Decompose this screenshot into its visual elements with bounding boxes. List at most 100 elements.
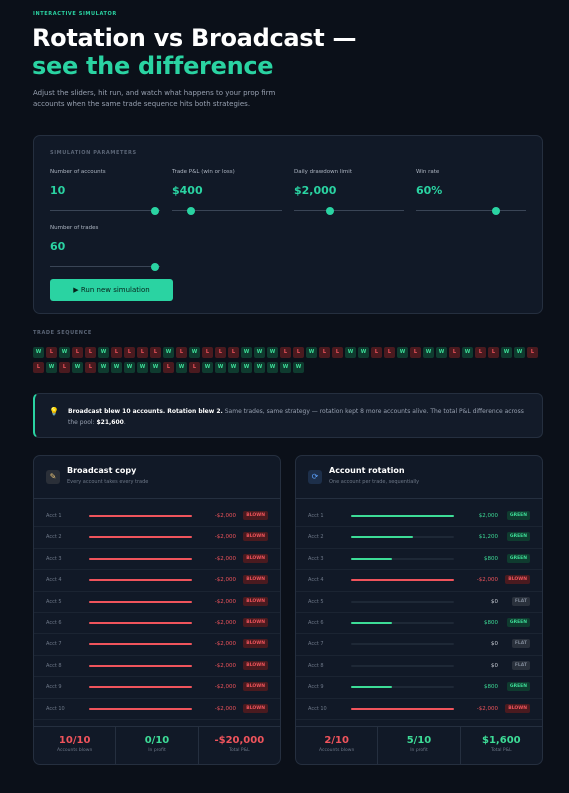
stat-block: -$20,000 Total P&L [199,727,280,764]
broadcast-panel: ✎ Broadcast copy Every account takes eve… [33,455,281,765]
trade-chip: L [150,347,161,358]
pnl-bar-track [351,515,454,517]
pnl-bar-track [89,557,192,560]
trade-chip: L [85,347,96,358]
account-name: Acct 5 [308,598,324,605]
pnl-bar-track [351,686,454,689]
pnl-bar-track [351,536,454,539]
status-badge: BLOWN [243,660,268,670]
stat-value: 10/10 [58,735,91,746]
pnl-bar [89,664,192,667]
account-row: Acct 3 -$2,000 BLOWN [34,549,280,571]
account-pnl: $1,200 [478,534,498,541]
pnl-bar [89,579,192,582]
pnl-bar-track [89,707,192,710]
page-title: Rotation vs Broadcast — [32,24,357,52]
pnl-bar [89,536,192,539]
slider-handle[interactable] [326,207,335,215]
account-pnl: $800 [484,555,498,562]
account-name: Acct 9 [308,684,324,691]
account-pnl: -$2,000 [214,684,236,691]
slider-handle[interactable] [150,207,159,215]
trade-chip: L [72,347,83,358]
slider-handle[interactable] [492,207,501,215]
slider-track[interactable] [294,210,404,211]
trade-chip: W [345,347,356,358]
trade-chip: W [33,347,44,358]
status-badge: BLOWN [505,575,530,585]
param-value: $2,000 [294,184,337,197]
account-pnl: -$2,000 [214,705,236,712]
account-row: Acct 5 -$2,000 BLOWN [34,592,280,613]
pnl-bar-track [351,579,454,582]
account-pnl: -$2,000 [214,641,236,648]
trade-chip: W [306,347,317,358]
trade-chip: W [280,362,291,373]
account-row: Acct 6 -$2,000 BLOWN [34,613,280,635]
account-name: Acct 7 [46,641,62,648]
account-pnl: -$2,000 [214,534,236,541]
trade-chip: L [475,347,486,358]
status-badge: GREEN [506,532,530,542]
trade-chip: W [267,362,278,373]
trade-chip: W [176,362,187,373]
stat-value: -$20,000 [214,735,265,746]
pnl-bar-track [351,600,454,603]
status-badge: GREEN [506,617,530,627]
pnl-bar-track [89,664,192,667]
pnl-bar-track [351,707,454,710]
run-simulation-button[interactable]: ▶ Run new simulation [50,279,173,301]
trade-chip: L [33,362,44,373]
param-number-of-accounts: Number of accounts 10 [50,169,162,215]
intro-text: Adjust the sliders, hit run, and watch w… [33,89,276,108]
param-daily-drawdown-limit: Daily drawdown limit $2,000 [294,169,406,215]
params-section-label: SIMULATION PARAMETERS [50,150,137,156]
account-pnl: $0 [491,598,498,605]
param-label: Trade P&L (win or loss) [172,169,235,175]
pnl-bar-track [89,579,192,582]
account-name: Acct 6 [308,619,324,626]
pnl-bar [351,515,454,517]
trade-chip: W [358,347,369,358]
status-badge: BLOWN [505,703,530,713]
account-row: Acct 10 -$2,000 BLOWN [296,699,542,720]
status-badge: FLAT [511,596,530,606]
account-name: Acct 2 [308,534,324,541]
status-badge: BLOWN [243,703,268,713]
trade-chip: W [124,362,135,373]
account-row: Acct 1 $2,000 GREEN [296,506,542,528]
slider-track[interactable] [416,210,526,211]
trade-chip: L [215,347,226,358]
simulation-parameters-card: SIMULATION PARAMETERS Number of accounts… [33,135,543,314]
insight-headline: Broadcast blew 10 accounts. Rotation ble… [68,408,223,415]
account-name: Acct 10 [46,705,65,712]
trade-chip: W [462,347,473,358]
trade-chip: L [488,347,499,358]
stat-label: Accounts blown [56,748,93,753]
pnl-bar [89,515,192,517]
status-badge: GREEN [506,511,530,520]
account-row: Acct 9 -$2,000 BLOWN [34,677,280,699]
trade-chip: W [59,347,70,358]
slider-handle[interactable] [186,207,195,215]
trade-chip: W [267,347,278,358]
slider-handle[interactable] [150,263,159,271]
account-name: Acct 5 [46,598,62,605]
panel-subtitle: One account per trade, sequentially [329,479,420,485]
stat-label: In profit [410,748,428,753]
account-row: Acct 10 -$2,000 BLOWN [34,699,280,720]
trade-chip: W [98,362,109,373]
trade-chip: W [137,362,148,373]
account-row: Acct 8 -$2,000 BLOWN [34,656,280,678]
param-label: Win rate [416,169,440,175]
insight-end: . [123,419,126,426]
status-badge: FLAT [511,660,530,670]
slider-track[interactable] [50,210,160,211]
slider-track[interactable] [50,266,160,267]
account-row: Acct 2 -$2,000 BLOWN [34,527,280,549]
pnl-bar [89,643,192,646]
account-pnl: -$2,000 [214,619,236,626]
summary-stats: 2/10 Accounts blown 5/10 In profit $1,600 Tot… [296,726,542,764]
account-pnl: -$2,000 [476,577,498,584]
pnl-bar-track [89,686,192,689]
